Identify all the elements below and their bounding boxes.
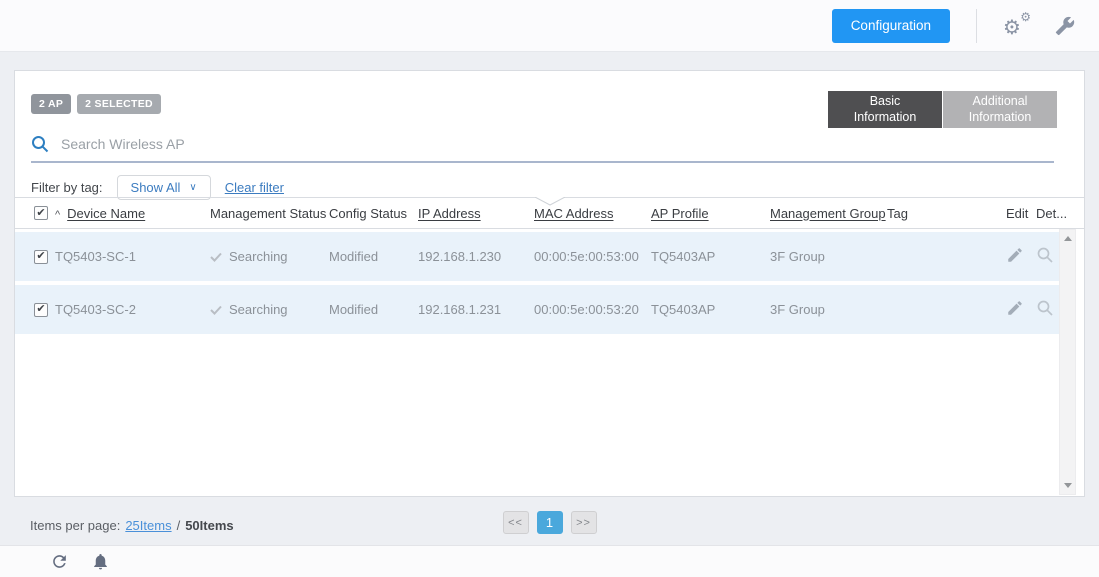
- clear-filter-link[interactable]: Clear filter: [225, 180, 284, 195]
- tab-basic-information[interactable]: Basic Information: [828, 91, 942, 128]
- total-items-label: 50Items: [185, 518, 233, 533]
- next-page-button[interactable]: >>: [571, 511, 597, 534]
- sort-asc-icon: ^: [55, 209, 60, 221]
- top-bar: Configuration ⚙ ⚙: [0, 0, 1099, 52]
- refresh-icon[interactable]: [50, 552, 69, 571]
- management-group-cell: 3F Group: [770, 249, 887, 264]
- wireless-ap-panel: 2 AP 2 SELECTED Basic Information Additi…: [14, 70, 1085, 497]
- footer-bar: [0, 545, 1099, 577]
- tag-filter-dropdown-value: Show All: [131, 180, 181, 195]
- details-magnifier-icon[interactable]: [1036, 299, 1054, 317]
- ap-profile-cell: TQ5403AP: [651, 249, 770, 264]
- count-badges: 2 AP 2 SELECTED: [31, 94, 161, 114]
- header-mac-address[interactable]: MAC Address: [534, 206, 613, 221]
- header-edit: Edit: [1006, 206, 1036, 221]
- device-name-cell: TQ5403-SC-2: [55, 302, 210, 317]
- header-checkbox-cell: ✔: [15, 206, 55, 220]
- select-all-checkbox[interactable]: ✔: [34, 206, 48, 220]
- edit-pencil-icon[interactable]: [1006, 299, 1024, 317]
- mac-address-cell: 00:00:5e:00:53:20: [534, 302, 651, 317]
- header-management-status: Management Status: [210, 206, 329, 221]
- table-row[interactable]: ✔ TQ5403-SC-2 Searching Modified 192.168…: [15, 285, 1059, 334]
- header-ap-profile[interactable]: AP Profile: [651, 206, 709, 221]
- row-checkbox[interactable]: ✔: [34, 250, 48, 264]
- search-icon: [31, 135, 49, 153]
- scrollbar-up-icon[interactable]: [1064, 236, 1072, 241]
- items-per-page-label: Items per page:: [30, 518, 120, 533]
- ip-address-cell: 192.168.1.231: [418, 302, 534, 317]
- tab-additional-information-label: Additional Information: [957, 94, 1043, 125]
- table-body: ✔ TQ5403-SC-1 Searching Modified 192.168…: [15, 228, 1084, 496]
- row-checkbox[interactable]: ✔: [34, 303, 48, 317]
- wrench-icon[interactable]: [1055, 16, 1075, 36]
- pager-buttons: << 1 >>: [503, 511, 597, 534]
- header-device-name-label[interactable]: Device Name: [67, 206, 145, 221]
- items-separator: /: [177, 518, 181, 533]
- management-status-cell: Searching: [210, 302, 329, 317]
- prev-page-button[interactable]: <<: [503, 511, 529, 534]
- scrollbar-down-icon[interactable]: [1064, 483, 1072, 488]
- config-status-cell: Modified: [329, 302, 418, 317]
- table-header-row: ✔ ^ Device Name Management Status Config …: [15, 198, 1059, 228]
- filter-by-tag-label: Filter by tag:: [31, 180, 103, 195]
- configuration-button[interactable]: Configuration: [832, 9, 950, 43]
- table-row[interactable]: ✔ TQ5403-SC-1 Searching Modified 192.168…: [15, 232, 1059, 281]
- mac-address-cell: 00:00:5e:00:53:00: [534, 249, 651, 264]
- items-per-page-25-link[interactable]: 25Items: [125, 518, 171, 533]
- pagination-area: Items per page: 25Items / 50Items << 1 >…: [14, 497, 1085, 545]
- ap-count-badge: 2 AP: [31, 94, 71, 114]
- tab-basic-information-label: Basic Information: [842, 94, 928, 125]
- header-config-status: Config Status: [329, 206, 418, 221]
- info-tabs: Basic Information Additional Information: [828, 91, 1057, 128]
- edit-pencil-icon[interactable]: [1006, 246, 1024, 264]
- header-details: Det...: [1036, 206, 1067, 221]
- settings-gears-icon[interactable]: ⚙ ⚙: [1003, 13, 1029, 39]
- management-group-cell: 3F Group: [770, 302, 887, 317]
- chevron-down-icon: ∨: [189, 182, 196, 193]
- management-status-text: Searching: [229, 249, 288, 264]
- gear-icon: ⚙: [1003, 15, 1021, 41]
- tab-additional-information[interactable]: Additional Information: [943, 91, 1057, 128]
- config-status-cell: Modified: [329, 249, 418, 264]
- ip-address-cell: 192.168.1.230: [418, 249, 534, 264]
- items-per-page: Items per page: 25Items / 50Items: [30, 518, 234, 533]
- status-check-icon: [210, 305, 222, 315]
- header-tag: Tag: [887, 206, 1006, 221]
- ap-profile-cell: TQ5403AP: [651, 302, 770, 317]
- search-placeholder: Search Wireless AP: [61, 136, 185, 152]
- status-check-icon: [210, 252, 222, 262]
- device-name-cell: TQ5403-SC-1: [55, 249, 210, 264]
- details-magnifier-icon[interactable]: [1036, 246, 1054, 264]
- current-page-button[interactable]: 1: [537, 511, 563, 534]
- bell-icon[interactable]: [91, 552, 110, 571]
- selected-count-badge: 2 SELECTED: [77, 94, 161, 114]
- topbar-divider: [976, 9, 977, 43]
- search-wireless-ap-field[interactable]: Search Wireless AP: [31, 127, 1054, 163]
- management-status-cell: Searching: [210, 249, 329, 264]
- management-status-text: Searching: [229, 302, 288, 317]
- gear-small-icon: ⚙: [1020, 10, 1031, 24]
- header-device-name: ^ Device Name: [55, 206, 210, 221]
- header-ip-address[interactable]: IP Address: [418, 206, 481, 221]
- header-management-group[interactable]: Management Group: [770, 206, 886, 221]
- vertical-scrollbar[interactable]: [1059, 229, 1076, 495]
